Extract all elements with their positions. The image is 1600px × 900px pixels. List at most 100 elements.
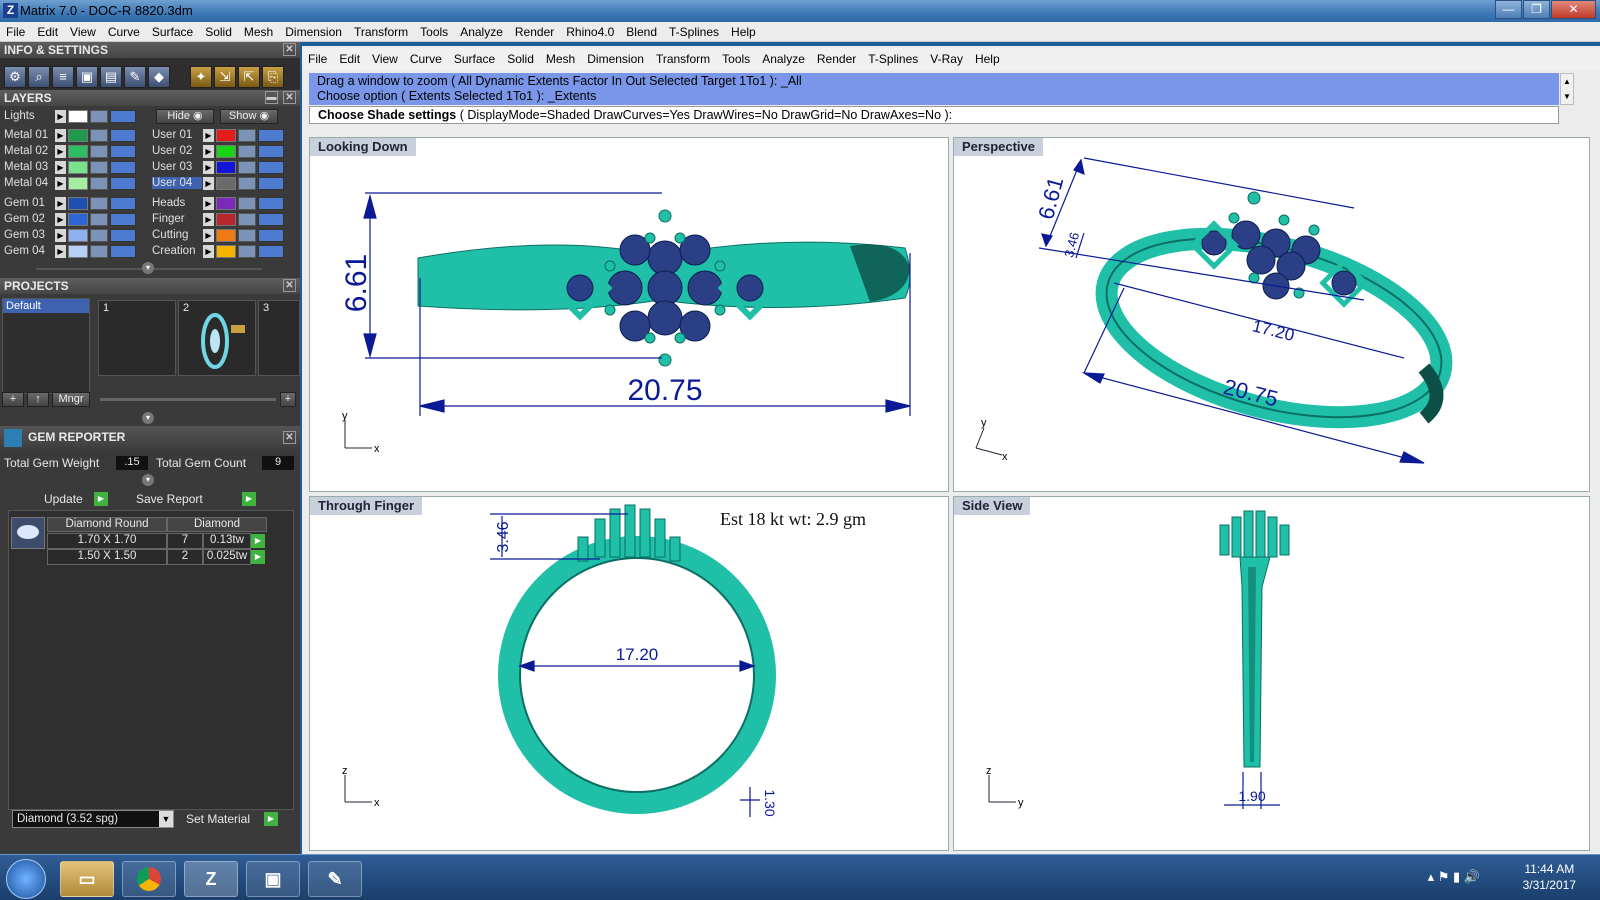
layer-row[interactable]: Creation ▶ — [148, 244, 296, 259]
folder-save-icon[interactable]: ⇱ — [238, 66, 260, 88]
add-project-button[interactable]: + — [2, 392, 24, 407]
layer-row[interactable]: User 03 ▶ — [148, 160, 296, 175]
close-button[interactable]: ✕ — [1551, 0, 1596, 19]
layer-color-swatch[interactable] — [216, 213, 236, 226]
visibility-toggle[interactable] — [258, 245, 284, 258]
menu-item-2[interactable]: View — [64, 25, 102, 39]
layer-color-swatch[interactable] — [68, 245, 88, 258]
windows-start-icon[interactable] — [6, 859, 46, 899]
show-button[interactable]: Show ◉ — [220, 109, 278, 124]
layer-row[interactable]: Gem 03 ▶ — [0, 228, 148, 243]
maximize-button[interactable]: ❐ — [1523, 0, 1550, 19]
layer-row-lights[interactable]: Lights ▶ — [0, 109, 150, 124]
cube-icon[interactable]: ▣ — [76, 66, 98, 88]
layer-color-swatch[interactable] — [68, 129, 88, 142]
layer-color-swatch[interactable] — [216, 145, 236, 158]
figure-icon[interactable]: ✦ — [190, 66, 212, 88]
layer-color-swatch[interactable] — [68, 145, 88, 158]
material-select[interactable]: Diamond (3.52 spg) ▼ — [12, 810, 174, 828]
layer-row[interactable]: User 02 ▶ — [148, 144, 296, 159]
visibility-toggle[interactable] — [258, 213, 284, 226]
settings-icon[interactable]: ⚙ — [4, 66, 26, 88]
close-icon[interactable]: ✕ — [283, 431, 296, 444]
visibility-toggle[interactable] — [258, 129, 284, 142]
add-thumb-button[interactable]: + — [280, 392, 296, 407]
play-icon[interactable]: ▶ — [203, 129, 214, 142]
visibility-toggle[interactable] — [258, 197, 284, 210]
chevron-down-icon[interactable]: ▾ — [142, 262, 154, 274]
layer-color-swatch[interactable] — [216, 245, 236, 258]
lock-icon[interactable] — [238, 161, 256, 174]
visibility-toggle[interactable] — [110, 245, 136, 258]
layer-row[interactable]: Metal 03 ▶ — [0, 160, 148, 175]
menu-item-13[interactable]: Blend — [620, 25, 663, 39]
menu-item-12[interactable]: Rhino4.0 — [560, 25, 620, 39]
chevron-down-icon[interactable]: ▼ — [159, 811, 173, 827]
doc-menu-item-12[interactable]: T-Splines — [862, 52, 924, 66]
visibility-toggle[interactable] — [258, 229, 284, 242]
doc-menu-item-4[interactable]: Surface — [448, 52, 501, 66]
doc-menu-item-6[interactable]: Mesh — [540, 52, 581, 66]
layer-color-swatch[interactable] — [216, 129, 236, 142]
layer-row[interactable]: Cutting ▶ — [148, 228, 296, 243]
chevron-down-icon[interactable]: ▾ — [142, 412, 154, 424]
set-material-button[interactable]: ▶ — [264, 812, 278, 826]
project-thumb-2[interactable]: 2 — [178, 300, 256, 376]
lock-icon[interactable] — [238, 245, 256, 258]
visibility-toggle[interactable] — [110, 177, 136, 190]
close-icon[interactable]: ✕ — [283, 91, 296, 104]
play-icon[interactable]: ▶ — [203, 161, 214, 174]
layer-color-swatch[interactable] — [68, 177, 88, 190]
layer-color-swatch[interactable] — [68, 229, 88, 242]
doc-menu-item-9[interactable]: Tools — [716, 52, 756, 66]
menu-item-15[interactable]: Help — [725, 25, 762, 39]
lock-icon[interactable] — [90, 213, 108, 226]
menu-item-8[interactable]: Transform — [348, 25, 414, 39]
play-icon[interactable]: ▶ — [203, 145, 214, 158]
system-tray-icons[interactable]: ▴ ⚑ ▮ 🔊 — [1428, 869, 1480, 885]
play-icon[interactable]: ▶ — [55, 177, 66, 190]
folder-open-icon[interactable]: ⇲ — [214, 66, 236, 88]
lock-icon[interactable] — [238, 229, 256, 242]
layer-color-swatch[interactable] — [68, 110, 88, 123]
play-icon[interactable]: ▶ — [203, 177, 214, 190]
clock[interactable]: 11:44 AM 3/31/2017 — [1523, 861, 1576, 893]
doc-menu-item-8[interactable]: Transform — [650, 52, 716, 66]
minimize-button[interactable]: — — [1495, 0, 1522, 19]
manager-button[interactable]: Mngr — [52, 392, 90, 407]
export-icon[interactable]: ⎘ — [262, 66, 284, 88]
visibility-toggle[interactable] — [110, 213, 136, 226]
play-icon[interactable]: ▶ — [55, 129, 66, 142]
hide-button[interactable]: Hide ◉ — [156, 109, 214, 124]
visibility-toggle[interactable] — [110, 129, 136, 142]
menu-item-6[interactable]: Mesh — [238, 25, 279, 39]
lock-icon[interactable] — [90, 197, 108, 210]
menu-item-7[interactable]: Dimension — [279, 25, 348, 39]
menu-item-11[interactable]: Render — [509, 25, 560, 39]
menu-item-10[interactable]: Analyze — [454, 25, 509, 39]
folder-icon[interactable]: ▭ — [60, 861, 114, 897]
layer-row[interactable]: User 04 ▶ — [148, 176, 296, 191]
visibility-toggle[interactable] — [258, 177, 284, 190]
project-thumb-3[interactable]: 3 — [258, 300, 300, 376]
layer-color-swatch[interactable] — [68, 213, 88, 226]
play-icon[interactable]: ▶ — [55, 110, 66, 123]
play-icon[interactable]: ▶ — [203, 229, 214, 242]
lock-icon[interactable] — [238, 177, 256, 190]
layer-row[interactable]: Metal 02 ▶ — [0, 144, 148, 159]
history-scrollbar[interactable]: ▲ ▼ — [1560, 73, 1574, 105]
menu-item-3[interactable]: Curve — [102, 25, 146, 39]
save-report-button[interactable]: ▶ — [242, 492, 256, 506]
layer-row[interactable]: Heads ▶ — [148, 196, 296, 211]
viewport-perspective[interactable]: Perspective 6.61 3.46 17.20 20.75 y x — [953, 137, 1590, 492]
menu-item-9[interactable]: Tools — [414, 25, 454, 39]
viewport-label[interactable]: Looking Down — [310, 138, 416, 156]
search-icon[interactable]: ⌕ — [28, 66, 50, 88]
play-icon[interactable]: ▶ — [55, 213, 66, 226]
play-icon[interactable]: ▶ — [203, 197, 214, 210]
document-icon[interactable]: ▤ — [100, 66, 122, 88]
play-icon[interactable]: ▶ — [55, 245, 66, 258]
play-icon[interactable]: ▶ — [203, 213, 214, 226]
layer-row[interactable]: Finger ▶ — [148, 212, 296, 227]
layer-color-swatch[interactable] — [68, 197, 88, 210]
